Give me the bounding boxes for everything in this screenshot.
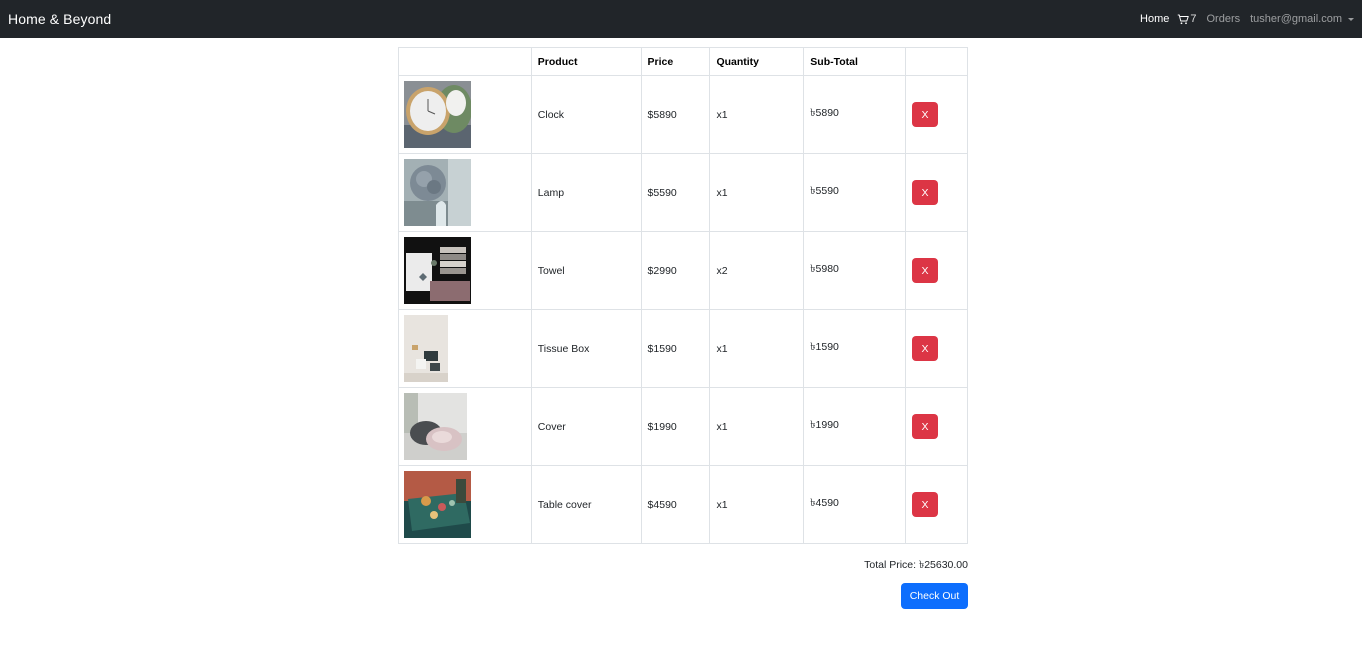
header-product: Product <box>530 47 642 76</box>
product-subtotal: ৳1590 <box>803 309 907 388</box>
product-quantity: x1 <box>709 75 805 154</box>
header-image <box>398 47 532 76</box>
product-image-cell <box>398 387 532 466</box>
action-cell: X <box>905 387 968 466</box>
table-cover-photo <box>404 471 471 538</box>
product-subtotal: ৳1990 <box>803 387 907 466</box>
user-email: tusher@gmail.com <box>1250 13 1342 25</box>
product-subtotal: ৳5590 <box>803 153 907 232</box>
nav-orders-link[interactable]: Orders <box>1207 13 1241 25</box>
nav-links: Home 7 Orders tusher@gmail.com <box>1140 13 1354 25</box>
product-price: $1590 <box>640 309 711 388</box>
remove-item-button[interactable]: X <box>912 180 939 205</box>
lamp-photo <box>404 159 471 226</box>
product-image-cell <box>398 309 532 388</box>
product-price: $2990 <box>640 231 711 310</box>
remove-item-button[interactable]: X <box>912 492 939 517</box>
product-image-cell <box>398 231 532 310</box>
header-quantity: Quantity <box>709 47 805 76</box>
product-name: Cover <box>530 387 642 466</box>
header-action <box>905 47 968 76</box>
product-quantity: x1 <box>709 387 805 466</box>
table-row: Table cover $4590 x1 ৳4590 X <box>398 465 968 544</box>
product-quantity: x2 <box>709 231 805 310</box>
action-cell: X <box>905 75 968 154</box>
product-price: $5590 <box>640 153 711 232</box>
cart-count: 7 <box>1190 13 1197 25</box>
product-subtotal: ৳5890 <box>803 75 907 154</box>
remove-item-button[interactable]: X <box>912 414 939 439</box>
checkout-button[interactable]: Check Out <box>901 583 968 609</box>
towel-photo <box>404 237 471 304</box>
product-subtotal: ৳5980 <box>803 231 907 310</box>
cover-photo <box>404 393 467 460</box>
product-price: $1990 <box>640 387 711 466</box>
chevron-down-icon <box>1348 17 1354 21</box>
cart-table: Product Price Quantity Sub-Total Clock $… <box>398 47 968 544</box>
header-subtotal: Sub-Total <box>803 47 907 76</box>
total-price: Total Price: ৳25630.00 <box>864 559 968 571</box>
cart-icon <box>1178 14 1190 24</box>
remove-item-button[interactable]: X <box>912 258 939 283</box>
table-row: Towel $2990 x2 ৳5980 X <box>398 231 968 310</box>
product-image-cell <box>398 75 532 154</box>
table-row: Clock $5890 x1 ৳5890 X <box>398 75 968 154</box>
user-dropdown[interactable]: tusher@gmail.com <box>1250 13 1354 25</box>
tissue-box-photo <box>404 315 448 382</box>
product-quantity: x1 <box>709 465 805 544</box>
product-price: $5890 <box>640 75 711 154</box>
remove-item-button[interactable]: X <box>912 102 939 127</box>
clock-photo <box>404 81 471 148</box>
remove-item-button[interactable]: X <box>912 336 939 361</box>
action-cell: X <box>905 309 968 388</box>
product-name: Clock <box>530 75 642 154</box>
product-name: Table cover <box>530 465 642 544</box>
table-row: Lamp $5590 x1 ৳5590 X <box>398 153 968 232</box>
product-price: $4590 <box>640 465 711 544</box>
brand-link[interactable]: Home & Beyond <box>8 11 111 27</box>
header-price: Price <box>640 47 711 76</box>
action-cell: X <box>905 231 968 310</box>
product-image-cell <box>398 153 532 232</box>
product-quantity: x1 <box>709 309 805 388</box>
product-quantity: x1 <box>709 153 805 232</box>
nav-home-link[interactable]: Home <box>1140 13 1169 25</box>
top-navbar: Home & Beyond Home 7 Orders tusher@gmail… <box>0 0 1362 38</box>
product-name: Towel <box>530 231 642 310</box>
table-header-row: Product Price Quantity Sub-Total <box>398 47 968 76</box>
product-image-cell <box>398 465 532 544</box>
product-name: Tissue Box <box>530 309 642 388</box>
product-subtotal: ৳4590 <box>803 465 907 544</box>
nav-cart-link[interactable]: 7 <box>1177 13 1197 25</box>
table-row: Tissue Box $1590 x1 ৳1590 X <box>398 309 968 388</box>
table-row: Cover $1990 x1 ৳1990 X <box>398 387 968 466</box>
action-cell: X <box>905 153 968 232</box>
action-cell: X <box>905 465 968 544</box>
product-name: Lamp <box>530 153 642 232</box>
